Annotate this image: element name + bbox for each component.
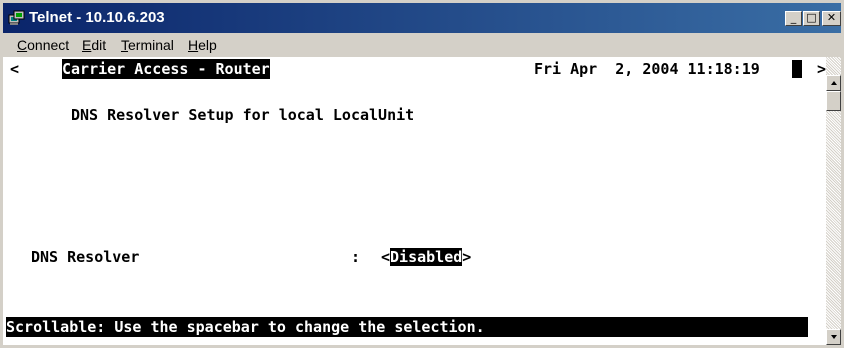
dns-resolver-label: DNS Resolver — [31, 248, 140, 266]
menu-edit[interactable]: Edit — [82, 37, 106, 53]
close-button[interactable]: ✕ — [822, 11, 841, 26]
status-line: Scrollable: Use the spacebar to change t… — [6, 317, 808, 337]
scroll-right-indicator: > — [817, 60, 826, 78]
menu-terminal[interactable]: Terminal — [121, 37, 174, 53]
terminal-screen[interactable]: < Carrier Access - Router Fri Apr 2, 200… — [3, 57, 826, 345]
maximize-icon: □ — [806, 11, 817, 24]
window-title: Telnet - 10.10.6.203 — [29, 9, 165, 26]
screen-title: DNS Resolver Setup for local LocalUnit — [71, 106, 415, 124]
scroll-up-arrow-icon — [831, 81, 837, 85]
menu-help-label: elp — [198, 37, 217, 53]
field-separator: : — [351, 248, 361, 266]
telnet-app-icon — [8, 10, 25, 25]
menu-terminal-hotkey: T — [121, 37, 128, 53]
menu-bar: Connect Edit Terminal Help — [3, 34, 841, 56]
vertical-scrollbar[interactable] — [826, 57, 841, 345]
datetime-display: Fri Apr 2, 2004 11:18:19 — [534, 60, 760, 78]
selector-open: < — [381, 248, 391, 266]
menu-help[interactable]: Help — [188, 37, 217, 53]
telnet-window: Telnet - 10.10.6.203 _ □ ✕ Connect Edit … — [0, 0, 844, 348]
selector-close: > — [462, 248, 472, 266]
scroll-up-button[interactable] — [826, 75, 841, 91]
menu-help-hotkey: H — [188, 37, 199, 53]
scroll-thumb[interactable] — [826, 91, 841, 111]
dns-resolver-value: Disabled — [390, 248, 463, 266]
menu-edit-label: dit — [91, 37, 107, 53]
minimize-icon: _ — [790, 11, 797, 24]
scroll-left-indicator: < — [10, 60, 20, 78]
maximize-button[interactable]: □ — [803, 11, 820, 26]
title-bar[interactable]: Telnet - 10.10.6.203 _ □ ✕ — [3, 3, 841, 33]
dns-resolver-selector[interactable]: <Disabled> — [381, 247, 471, 267]
close-icon: ✕ — [826, 11, 837, 24]
scroll-down-button[interactable] — [826, 329, 841, 345]
menu-connect-hotkey: C — [17, 37, 28, 53]
menu-terminal-label: erminal — [128, 37, 174, 53]
menu-connect-label: onnect — [27, 37, 70, 53]
product-title: Carrier Access - Router — [62, 59, 270, 79]
terminal-cursor — [792, 60, 802, 78]
menu-edit-hotkey: E — [82, 37, 92, 53]
minimize-button[interactable]: _ — [785, 11, 802, 26]
menu-connect[interactable]: Connect — [17, 37, 69, 53]
scroll-down-arrow-icon — [831, 335, 837, 339]
